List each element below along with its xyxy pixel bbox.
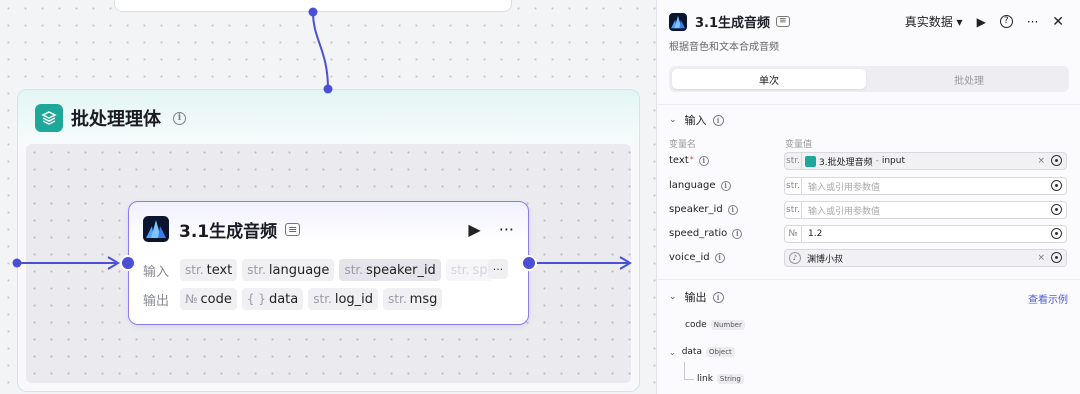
- text-value-field[interactable]: str. 3.批处理音频 - input ×: [784, 152, 1067, 170]
- divider: [657, 279, 1080, 280]
- data-mode-select[interactable]: 真实数据 ▾: [905, 13, 963, 30]
- see-example-link[interactable]: 查看示例: [1028, 291, 1068, 306]
- param-name: speaker_id: [669, 204, 723, 215]
- reference-toggle-icon[interactable]: [1051, 155, 1062, 166]
- chevron-down-icon[interactable]: ⌄: [669, 348, 676, 357]
- output-chip[interactable]: № code: [180, 288, 237, 310]
- info-icon[interactable]: i: [720, 180, 731, 191]
- node-header: 3.1生成音频 ≡: [143, 216, 301, 242]
- info-icon[interactable]: i: [698, 155, 709, 166]
- col-name-header: 变量名: [669, 140, 697, 150]
- language-value-field[interactable]: str. 输入或引用参数值: [784, 177, 1067, 195]
- chevron-down-icon: ⌄: [669, 292, 677, 302]
- doc-icon[interactable]: ≡: [285, 222, 301, 236]
- col-value-header: 变量值: [785, 140, 813, 150]
- param-name: voice_id: [669, 252, 710, 263]
- input-chip[interactable]: str. sp: [445, 259, 493, 281]
- run-icon[interactable]: ▶: [977, 15, 986, 29]
- edge-upstream-to-batch: [312, 11, 329, 90]
- info-icon[interactable]: i: [727, 204, 738, 215]
- node-title: 3.1生成音频: [179, 221, 278, 242]
- param-row-language: language i str. 输入或引用参数值: [669, 177, 1069, 195]
- param-row-speaker-id: speaker_id i str. 输入或引用参数值: [669, 201, 1069, 219]
- panel-title: 3.1生成音频: [695, 16, 771, 31]
- clear-icon[interactable]: ×: [1037, 156, 1045, 166]
- output-section-title: 输出: [684, 291, 707, 304]
- type-tag: Object: [705, 347, 735, 357]
- app-logo-icon: [143, 216, 169, 242]
- generate-audio-node[interactable]: 3.1生成音频 ≡ ▶ ··· 输入 str. text str. language…: [128, 201, 529, 325]
- edge-port-dot: [12, 258, 22, 268]
- run-mode-tabs: 单次 批处理: [669, 66, 1069, 92]
- reference-toggle-icon[interactable]: [1051, 228, 1062, 239]
- tab-batch[interactable]: 批处理: [872, 69, 1066, 89]
- output-item-data[interactable]: ⌄ data Object: [669, 347, 735, 357]
- divider: [657, 104, 1080, 105]
- output-section-header[interactable]: ⌄ 输出 i: [669, 289, 724, 305]
- input-section-title: 输入: [684, 114, 707, 127]
- input-chip[interactable]: str. text: [180, 259, 238, 281]
- info-icon[interactable]: i: [712, 291, 724, 303]
- type-tag: Number: [710, 320, 745, 330]
- node-inputs-row: 输入 str. text str. language str. speaker_id …: [143, 259, 493, 281]
- reference-chip[interactable]: 3.批处理音频 - input: [805, 155, 905, 168]
- voice-id-value-field[interactable]: ♪ 渊博小叔 ×: [784, 249, 1067, 267]
- output-chip[interactable]: str. msg: [383, 288, 443, 310]
- reference-toggle-icon[interactable]: [1051, 180, 1062, 191]
- input-chip[interactable]: str. speaker_id: [339, 259, 441, 281]
- app-logo-icon: [669, 12, 687, 31]
- reference-toggle-icon[interactable]: [1051, 204, 1062, 215]
- clear-icon[interactable]: ×: [1037, 253, 1045, 263]
- reference-toggle-icon[interactable]: [1051, 252, 1062, 263]
- edge-port-dot: [323, 84, 333, 94]
- batch-ref-icon: [805, 155, 816, 167]
- input-section-header[interactable]: ⌄ 输入 i: [669, 112, 724, 128]
- edge-port-dot: [308, 7, 318, 17]
- more-inputs-button[interactable]: ···: [488, 259, 508, 279]
- param-row-text: text * i str. 3.批处理音频 - input ×: [669, 152, 1069, 170]
- more-icon[interactable]: ···: [499, 220, 514, 239]
- speed-ratio-value-field[interactable]: № 1.2: [784, 225, 1067, 243]
- doc-icon[interactable]: ≡: [776, 16, 790, 27]
- voice-icon: ♪: [789, 252, 801, 264]
- node-config-panel: 3.1生成音频 ≡ 根据音色和文本合成音频 真实数据 ▾ ▶ ? ··· ✕ 单…: [656, 0, 1080, 394]
- input-chip[interactable]: str. language: [242, 259, 335, 281]
- info-icon[interactable]: i: [712, 114, 724, 126]
- help-icon[interactable]: ?: [999, 15, 1013, 28]
- node-outputs-row: 输出 № code { } data str. log_id str. msg: [143, 288, 443, 310]
- run-icon[interactable]: ▶: [468, 220, 480, 239]
- speaker-id-value-field[interactable]: str. 输入或引用参数值: [784, 201, 1067, 219]
- panel-header: 3.1生成音频 ≡: [669, 12, 790, 31]
- chevron-down-icon: ⌄: [669, 115, 677, 125]
- param-name: speed_ratio: [669, 228, 728, 239]
- param-name: text: [669, 155, 689, 166]
- info-icon[interactable]: i: [732, 228, 743, 239]
- param-row-speed-ratio: speed_ratio i № 1.2: [669, 225, 1069, 243]
- output-item-code: code Number: [685, 320, 745, 330]
- output-chip[interactable]: str. log_id: [308, 288, 379, 310]
- output-item-link: link String: [697, 374, 744, 384]
- param-name: language: [669, 180, 716, 191]
- inputs-label: 输入: [143, 264, 170, 280]
- more-icon[interactable]: ···: [1027, 15, 1038, 29]
- tab-single[interactable]: 单次: [672, 69, 866, 89]
- param-row-voice-id: voice_id i ♪ 渊博小叔 ×: [669, 249, 1069, 267]
- tree-connector: [684, 362, 694, 380]
- type-tag: String: [716, 374, 744, 384]
- close-icon[interactable]: ✕: [1052, 14, 1064, 30]
- panel-subtitle: 根据音色和文本合成音频: [669, 42, 779, 53]
- info-icon[interactable]: i: [714, 252, 725, 263]
- outputs-label: 输出: [143, 293, 170, 309]
- output-chip[interactable]: { } data: [241, 288, 304, 310]
